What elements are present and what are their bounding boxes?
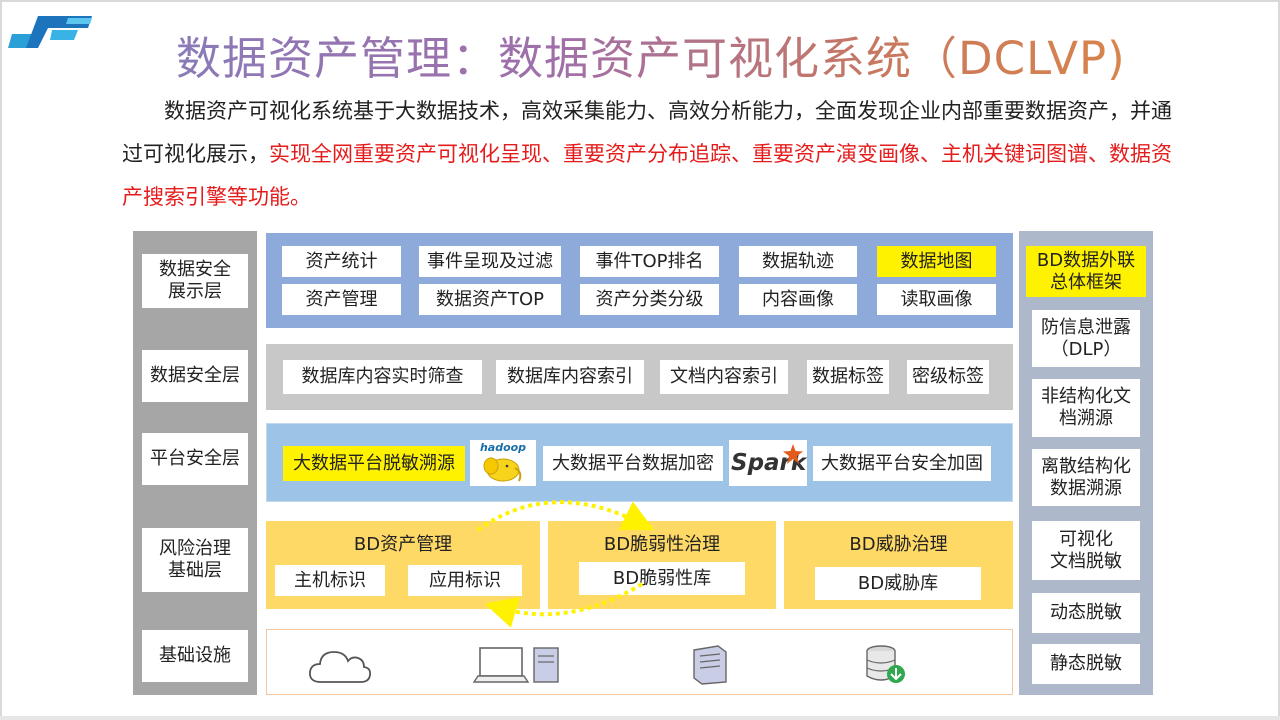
risk-asset-item: 主机标识 [275,565,385,596]
cloud-icon [309,651,372,683]
elephant-icon [483,457,522,482]
display-item: 资产管理 [282,284,401,315]
company-logo [8,16,92,48]
server-icon [693,645,727,685]
laptop-server-icon [472,647,559,683]
data-item: 密级标签 [907,360,989,394]
display-item-data-map: 数据地图 [877,246,996,277]
platform-item-harden: 大数据平台安全加固 [813,446,991,481]
framework-item: 动态脱敏 [1032,593,1140,633]
display-layer-band: 资产统计 事件呈现及过滤 事件TOP排名 数据轨迹 数据地图 资产管理 数据资产… [266,233,1013,328]
data-item: 文档内容索引 [660,360,788,394]
spark-logo: Spark [729,440,807,486]
hadoop-logo: hadoop [470,440,536,486]
risk-threat-item: BD威胁库 [815,567,981,600]
spark-star-icon [783,444,803,464]
data-item: 数据库内容索引 [496,360,644,394]
layer-display: 数据安全 展示层 [142,254,248,308]
intro-highlight: 实现全网重要资产可视化呈现、重要资产分布追踪、重要资产演变画像、主机关键词图谱、… [122,142,1172,209]
hadoop-logo-text: hadoop [479,441,527,454]
data-item: 数据标签 [807,360,889,394]
database-icon [866,645,905,683]
infrastructure-band [266,629,1013,695]
platform-item-encrypt: 大数据平台数据加密 [543,446,723,481]
data-item: 数据库内容实时筛查 [283,360,482,394]
loop-arrow-bottom [484,582,644,628]
page-title: 数据资产管理：数据资产可视化系统（DCLVP) [176,22,1126,87]
loop-arrows [476,500,655,628]
display-item: 资产分类分级 [580,284,719,315]
display-item: 内容画像 [739,284,857,315]
framework-item: 静态脱敏 [1032,644,1140,684]
framework-item: 离散结构化 数据溯源 [1032,449,1140,506]
display-item: 读取画像 [877,284,996,315]
display-item: 事件TOP排名 [580,246,719,277]
risk-threat-title: BD威胁治理 [849,534,948,555]
display-item: 数据轨迹 [739,246,857,277]
framework-item: 非结构化文 档溯源 [1032,379,1140,437]
slide-bottom-edge [0,716,1280,720]
left-layer-column: 数据安全 展示层 数据安全层 平台安全层 风险治理 基础层 基础设施 [133,231,257,695]
display-item: 事件呈现及过滤 [419,246,561,277]
layer-risk: 风险治理 基础层 [142,528,248,592]
display-item: 数据资产TOP [419,284,561,315]
data-layer-band: 数据库内容实时筛查 数据库内容索引 文档内容索引 数据标签 密级标签 [266,344,1013,410]
display-item: 资产统计 [282,246,401,277]
right-framework-column: BD数据外联 总体框架 防信息泄露 （DLP） 非结构化文 档溯源 离散结构化 … [1019,231,1153,695]
risk-threat-box: BD威胁治理 BD威胁库 [784,521,1013,609]
layer-infra: 基础设施 [142,630,248,682]
framework-item: 可视化 文档脱敏 [1032,521,1140,580]
layer-data: 数据安全层 [142,350,248,402]
framework-item: 防信息泄露 （DLP） [1032,310,1140,367]
platform-item-desensitize: 大数据平台脱敏溯源 [283,446,465,481]
framework-title-cell: BD数据外联 总体框架 [1026,246,1146,297]
intro-paragraph: 数据资产可视化系统基于大数据技术，高效采集能力、高效分析能力，全面发现企业内部重… [122,90,1172,219]
loop-arrow-top [476,500,655,532]
layer-platform: 平台安全层 [142,433,248,485]
